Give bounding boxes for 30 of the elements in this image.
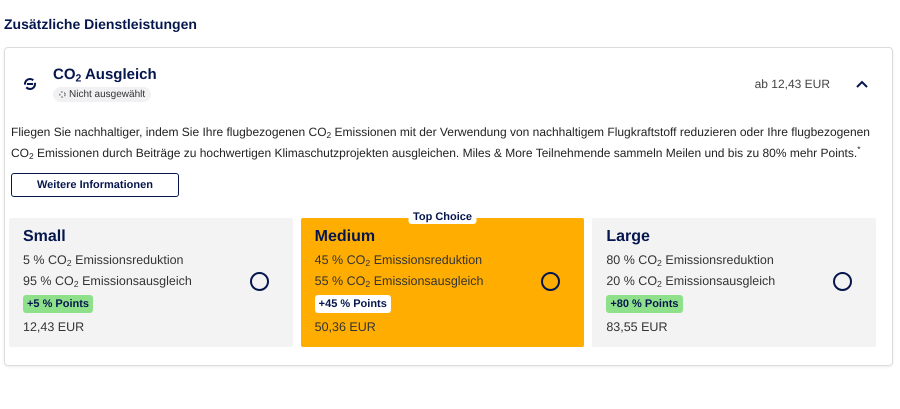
radio-button[interactable] — [250, 272, 269, 290]
offset-text: 55 % CO$_{2}$ Emissionsausgleich — [314, 274, 484, 288]
status-chip: Nicht ausgewählt — [53, 87, 152, 102]
offset-text: 95 % CO$_{2}$ Emissionsausgleich — [23, 274, 193, 288]
description: Fliegen Sie nachhaltiger, indem Sie Ihre flugbezogenen CO$_{2}$ Emissionen mit der Verwendung von nachhaltigem Flugkraftstoff reduzieren oder Ihre flugbezogenen CO$_{2}$ Emissionen durch Beiträge zu hochwertigen Klimaschutzprojekten ausgleichen. Miles & More Teilnehmende sammeln Meilen und bis zu 80% mehr Points.$^{*}$ — [11, 124, 871, 164]
reduction-text: 5 % CO$_{2}$ Emissionsreduktion — [23, 253, 184, 267]
more-info-button[interactable]: Weitere Informationen — [11, 173, 179, 197]
reduction-text: 45 % CO$_{2}$ Emissionsreduktion — [314, 253, 484, 267]
radio-button[interactable] — [541, 272, 560, 290]
option-price: 50,36 EUR — [314, 320, 377, 334]
points-badge: +5 % Points — [23, 295, 94, 313]
option-name: Large — [606, 228, 651, 246]
dashed-circle-icon — [59, 91, 66, 98]
collapse-button[interactable] — [856, 80, 868, 88]
option-price: 12,43 EUR — [23, 320, 86, 334]
reduction-text: 80 % CO$_{2}$ Emissionsreduktion — [606, 253, 775, 267]
option-card[interactable]: Small 5 % CO$_{2}$ Emissionsreduktion 95 % CO$_{2}$ Emissionsausgleich +5 % Points 12,43 EUR — [9, 218, 293, 347]
option-price: 83,55 EUR — [606, 320, 668, 334]
top-choice-badge: Top Choice — [408, 210, 476, 224]
service-title: CO$_{2}$ Ausgleich — [53, 66, 158, 83]
option-name: Small — [23, 228, 67, 246]
offset-text: 20 % CO$_{2}$ Emissionsausgleich — [606, 274, 776, 288]
points-badge: +80 % Points — [606, 295, 682, 313]
recycle-icon — [23, 77, 37, 91]
option-name: Medium — [314, 228, 376, 246]
section-title: Zusätzliche Dienstleistungen — [4, 16, 198, 32]
points-badge: +45 % Points — [314, 295, 391, 313]
option-card[interactable]: Large 80 % CO$_{2}$ Emissionsreduktion 20 % CO$_{2}$ Emissionsausgleich +80 % Points 83,55 EUR — [592, 218, 876, 347]
price-from: ab 12,43 EUR — [754, 77, 830, 91]
radio-button[interactable] — [832, 272, 852, 290]
